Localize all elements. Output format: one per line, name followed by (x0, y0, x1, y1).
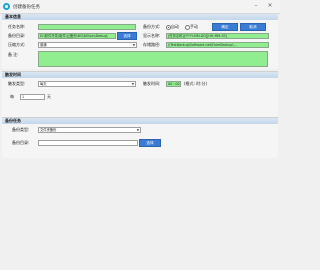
close-button[interactable]: × (266, 2, 274, 10)
trigger-time-label: 触发时间: (143, 81, 161, 86)
app-icon (3, 3, 10, 10)
every-stepper[interactable]: 1 (20, 94, 45, 100)
folder-input[interactable]: D:\软件开发\组件\云备份\BG\BG\bin\Debug\ (38, 33, 116, 39)
task-name-input[interactable] (38, 24, 136, 30)
remark-label: 备 注: (8, 52, 19, 57)
folder-label: 备份目录: (8, 33, 26, 38)
backup-task-header: 备份任务 (2, 118, 278, 124)
mode-auto-label: 自动 (171, 24, 179, 29)
trigger-type-label: 触发类型: (8, 81, 26, 86)
backup-target-input[interactable] (38, 140, 138, 146)
backup-target-label: 备份目录: (12, 140, 30, 145)
every-unit: 天 (47, 94, 51, 99)
backup-type-label: 备份类型: (12, 127, 30, 132)
task-name-label: 任务名称: (8, 24, 26, 29)
backup-task-group: 备份任务 (2, 117, 278, 158)
every-label: 每 (10, 94, 14, 99)
basic-info-header: 基本信息 (2, 14, 278, 20)
backup-target-select-button[interactable]: 选择 (139, 139, 161, 147)
store-path-label: 存储路径: (143, 42, 161, 47)
confirm-button[interactable]: 确定 (212, 23, 238, 31)
backup-type-value: 文件夹备份 (40, 128, 57, 132)
trigger-header: 触发时间 (2, 72, 278, 78)
compress-label: 压缩方式: (8, 42, 26, 47)
trigger-time-hint: (格式: 时:分) (184, 81, 208, 86)
trigger-time-input[interactable]: 00 : 00 (166, 81, 181, 87)
display-name-input[interactable]: [任务名称][YYYY-MM-DD][HH-MM-SS] (166, 33, 269, 39)
window-title: 创建备份任务 (13, 5, 40, 10)
remark-input[interactable] (38, 51, 268, 67)
title-divider (0, 13, 280, 14)
display-name-label: 显示名称: (143, 33, 161, 38)
chevron-down-icon: ▼ (131, 82, 134, 86)
minimize-button[interactable]: – (252, 2, 260, 10)
chevron-down-icon: ▼ (132, 43, 135, 47)
chevron-down-icon: ▼ (136, 128, 139, 132)
cancel-button[interactable]: 取消 (240, 23, 266, 31)
trigger-type-value: 每天 (40, 82, 47, 86)
backup-mode-label: 备份方式: (143, 24, 161, 29)
every-value: 1 (22, 95, 25, 99)
mode-manual-label: 手动 (190, 24, 198, 29)
title-bar (0, 0, 280, 13)
compress-select[interactable]: 普通 ▼ (38, 42, 137, 48)
store-path-input[interactable]: \\TestBackup\Software.net\FormBackup\... (166, 42, 269, 48)
compress-value: 普通 (40, 43, 47, 47)
folder-select-button[interactable]: 选择 (117, 32, 137, 40)
backup-type-select[interactable]: 文件夹备份 ▼ (38, 127, 141, 133)
trigger-type-select[interactable]: 每天 ▼ (38, 81, 136, 87)
